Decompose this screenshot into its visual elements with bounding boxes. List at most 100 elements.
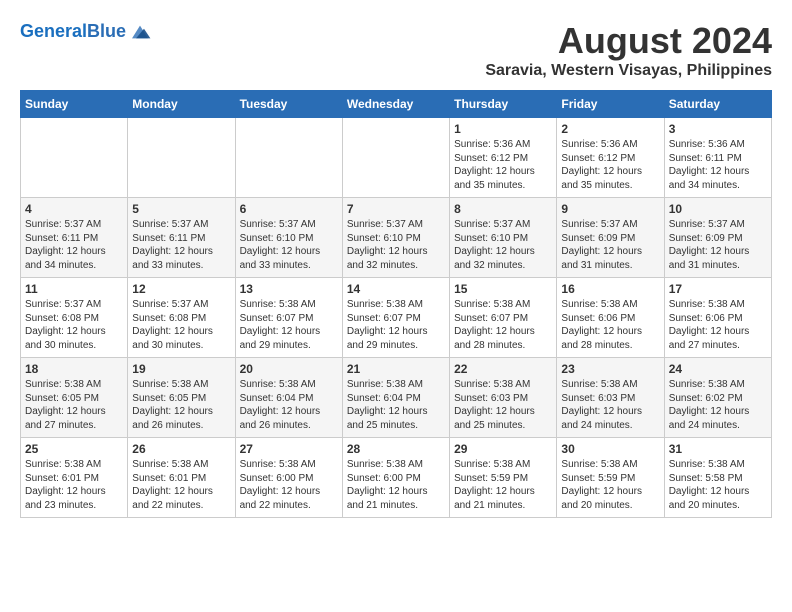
- calendar-day-cell: 19 Sunrise: 5:38 AMSunset: 6:05 PMDayligh…: [128, 358, 235, 438]
- calendar-day-cell: 7 Sunrise: 5:37 AMSunset: 6:10 PMDaylight…: [342, 198, 449, 278]
- calendar-week-row: 1 Sunrise: 5:36 AMSunset: 6:12 PMDaylight…: [21, 118, 772, 198]
- calendar-week-row: 18Sunrise: 5:38 AMSunset: 6:05 PMDayligh…: [21, 358, 772, 438]
- title-block: August 2024 Saravia, Western Visayas, Ph…: [485, 20, 772, 80]
- weekday-header-row: SundayMondayTuesdayWednesdayThursdayFrid…: [21, 91, 772, 118]
- day-info: Sunrise: 5:38 AMSunset: 6:04 PMDaylight:…: [240, 378, 338, 432]
- day-info: Sunrise: 5:38 AMSunset: 6:06 PMDaylight:…: [561, 298, 659, 352]
- day-number: 9: [561, 202, 659, 216]
- day-number: 2: [561, 122, 659, 136]
- day-number: 22: [454, 362, 552, 376]
- day-number: 13: [240, 282, 338, 296]
- calendar-day-cell: 22 Sunrise: 5:38 AMSunset: 6:03 PMDayligh…: [450, 358, 557, 438]
- day-number: 15: [454, 282, 552, 296]
- day-info: Sunrise: 5:38 AMSunset: 6:00 PMDaylight:…: [347, 458, 445, 512]
- logo-text: GeneralBlue: [20, 22, 126, 42]
- day-number: 31: [669, 442, 767, 456]
- day-number: 8: [454, 202, 552, 216]
- calendar-day-cell: 11Sunrise: 5:37 AMSunset: 6:08 PMDayligh…: [21, 278, 128, 358]
- day-info: Sunrise: 5:37 AMSunset: 6:11 PMDaylight:…: [132, 218, 230, 272]
- day-info: Sunrise: 5:38 AMSunset: 6:01 PMDaylight:…: [25, 458, 123, 512]
- day-info: Sunrise: 5:37 AMSunset: 6:11 PMDaylight:…: [25, 218, 123, 272]
- calendar-day-cell: 20 Sunrise: 5:38 AMSunset: 6:04 PMDayligh…: [235, 358, 342, 438]
- day-number: 7: [347, 202, 445, 216]
- calendar-day-cell: 25 Sunrise: 5:38 AMSunset: 6:01 PMDayligh…: [21, 438, 128, 518]
- day-number: 16: [561, 282, 659, 296]
- weekday-header: Tuesday: [235, 91, 342, 118]
- day-number: 6: [240, 202, 338, 216]
- day-number: 5: [132, 202, 230, 216]
- calendar-day-cell: 31 Sunrise: 5:38 AMSunset: 5:58 PMDayligh…: [664, 438, 771, 518]
- day-info: Sunrise: 5:38 AMSunset: 5:59 PMDaylight:…: [561, 458, 659, 512]
- day-number: 10: [669, 202, 767, 216]
- calendar-day-cell: 27Sunrise: 5:38 AMSunset: 6:00 PMDayligh…: [235, 438, 342, 518]
- calendar-day-cell: 3Sunrise: 5:36 AMSunset: 6:11 PMDaylight…: [664, 118, 771, 198]
- day-number: 27: [240, 442, 338, 456]
- day-number: 30: [561, 442, 659, 456]
- calendar-day-cell: 18Sunrise: 5:38 AMSunset: 6:05 PMDayligh…: [21, 358, 128, 438]
- day-info: Sunrise: 5:38 AMSunset: 6:01 PMDaylight:…: [132, 458, 230, 512]
- day-number: 23: [561, 362, 659, 376]
- calendar-day-cell: 1 Sunrise: 5:36 AMSunset: 6:12 PMDaylight…: [450, 118, 557, 198]
- day-info: Sunrise: 5:36 AMSunset: 6:12 PMDaylight:…: [454, 138, 552, 192]
- day-info: Sunrise: 5:37 AMSunset: 6:09 PMDaylight:…: [669, 218, 767, 272]
- day-info: Sunrise: 5:38 AMSunset: 6:07 PMDaylight:…: [347, 298, 445, 352]
- calendar-day-cell: 5 Sunrise: 5:37 AMSunset: 6:11 PMDaylight…: [128, 198, 235, 278]
- weekday-header: Wednesday: [342, 91, 449, 118]
- calendar-day-cell: 4 Sunrise: 5:37 AMSunset: 6:11 PMDaylight…: [21, 198, 128, 278]
- calendar-day-cell: 28 Sunrise: 5:38 AMSunset: 6:00 PMDayligh…: [342, 438, 449, 518]
- calendar-day-cell: 6 Sunrise: 5:37 AMSunset: 6:10 PMDaylight…: [235, 198, 342, 278]
- day-info: Sunrise: 5:38 AMSunset: 5:59 PMDaylight:…: [454, 458, 552, 512]
- day-info: Sunrise: 5:38 AMSunset: 6:07 PMDaylight:…: [454, 298, 552, 352]
- calendar-day-cell: 8Sunrise: 5:37 AMSunset: 6:10 PMDaylight…: [450, 198, 557, 278]
- weekday-header: Thursday: [450, 91, 557, 118]
- calendar-day-cell: [235, 118, 342, 198]
- day-info: Sunrise: 5:38 AMSunset: 6:03 PMDaylight:…: [454, 378, 552, 432]
- day-number: 19: [132, 362, 230, 376]
- calendar-day-cell: 14 Sunrise: 5:38 AMSunset: 6:07 PMDayligh…: [342, 278, 449, 358]
- day-number: 26: [132, 442, 230, 456]
- day-number: 1: [454, 122, 552, 136]
- calendar-day-cell: 29 Sunrise: 5:38 AMSunset: 5:59 PMDayligh…: [450, 438, 557, 518]
- logo: GeneralBlue: [20, 20, 152, 44]
- day-number: 21: [347, 362, 445, 376]
- day-info: Sunrise: 5:36 AMSunset: 6:11 PMDaylight:…: [669, 138, 767, 192]
- day-number: 25: [25, 442, 123, 456]
- day-info: Sunrise: 5:38 AMSunset: 6:02 PMDaylight:…: [669, 378, 767, 432]
- day-number: 24: [669, 362, 767, 376]
- calendar-week-row: 4 Sunrise: 5:37 AMSunset: 6:11 PMDaylight…: [21, 198, 772, 278]
- day-info: Sunrise: 5:38 AMSunset: 6:05 PMDaylight:…: [25, 378, 123, 432]
- calendar-day-cell: 10 Sunrise: 5:37 AMSunset: 6:09 PMDayligh…: [664, 198, 771, 278]
- weekday-header: Monday: [128, 91, 235, 118]
- day-number: 20: [240, 362, 338, 376]
- calendar-week-row: 25 Sunrise: 5:38 AMSunset: 6:01 PMDayligh…: [21, 438, 772, 518]
- calendar-week-row: 11Sunrise: 5:37 AMSunset: 6:08 PMDayligh…: [21, 278, 772, 358]
- calendar-day-cell: 21 Sunrise: 5:38 AMSunset: 6:04 PMDayligh…: [342, 358, 449, 438]
- day-info: Sunrise: 5:38 AMSunset: 6:05 PMDaylight:…: [132, 378, 230, 432]
- calendar-day-cell: [342, 118, 449, 198]
- weekday-header: Saturday: [664, 91, 771, 118]
- calendar-day-cell: [21, 118, 128, 198]
- day-number: 29: [454, 442, 552, 456]
- calendar-day-cell: 26 Sunrise: 5:38 AMSunset: 6:01 PMDayligh…: [128, 438, 235, 518]
- calendar-day-cell: 12 Sunrise: 5:37 AMSunset: 6:08 PMDayligh…: [128, 278, 235, 358]
- calendar-day-cell: 9Sunrise: 5:37 AMSunset: 6:09 PMDaylight…: [557, 198, 664, 278]
- calendar-table: SundayMondayTuesdayWednesdayThursdayFrid…: [20, 90, 772, 518]
- day-info: Sunrise: 5:37 AMSunset: 6:10 PMDaylight:…: [347, 218, 445, 272]
- logo-icon: [128, 20, 152, 44]
- calendar-day-cell: 15 Sunrise: 5:38 AMSunset: 6:07 PMDayligh…: [450, 278, 557, 358]
- day-info: Sunrise: 5:38 AMSunset: 6:03 PMDaylight:…: [561, 378, 659, 432]
- day-number: 28: [347, 442, 445, 456]
- calendar-day-cell: 13Sunrise: 5:38 AMSunset: 6:07 PMDayligh…: [235, 278, 342, 358]
- day-number: 14: [347, 282, 445, 296]
- day-number: 12: [132, 282, 230, 296]
- calendar-day-cell: 23 Sunrise: 5:38 AMSunset: 6:03 PMDayligh…: [557, 358, 664, 438]
- day-info: Sunrise: 5:38 AMSunset: 5:58 PMDaylight:…: [669, 458, 767, 512]
- calendar-day-cell: 17 Sunrise: 5:38 AMSunset: 6:06 PMDayligh…: [664, 278, 771, 358]
- day-info: Sunrise: 5:36 AMSunset: 6:12 PMDaylight:…: [561, 138, 659, 192]
- day-info: Sunrise: 5:37 AMSunset: 6:10 PMDaylight:…: [240, 218, 338, 272]
- day-number: 17: [669, 282, 767, 296]
- day-info: Sunrise: 5:37 AMSunset: 6:08 PMDaylight:…: [132, 298, 230, 352]
- day-number: 4: [25, 202, 123, 216]
- day-info: Sunrise: 5:38 AMSunset: 6:04 PMDaylight:…: [347, 378, 445, 432]
- day-info: Sunrise: 5:38 AMSunset: 6:06 PMDaylight:…: [669, 298, 767, 352]
